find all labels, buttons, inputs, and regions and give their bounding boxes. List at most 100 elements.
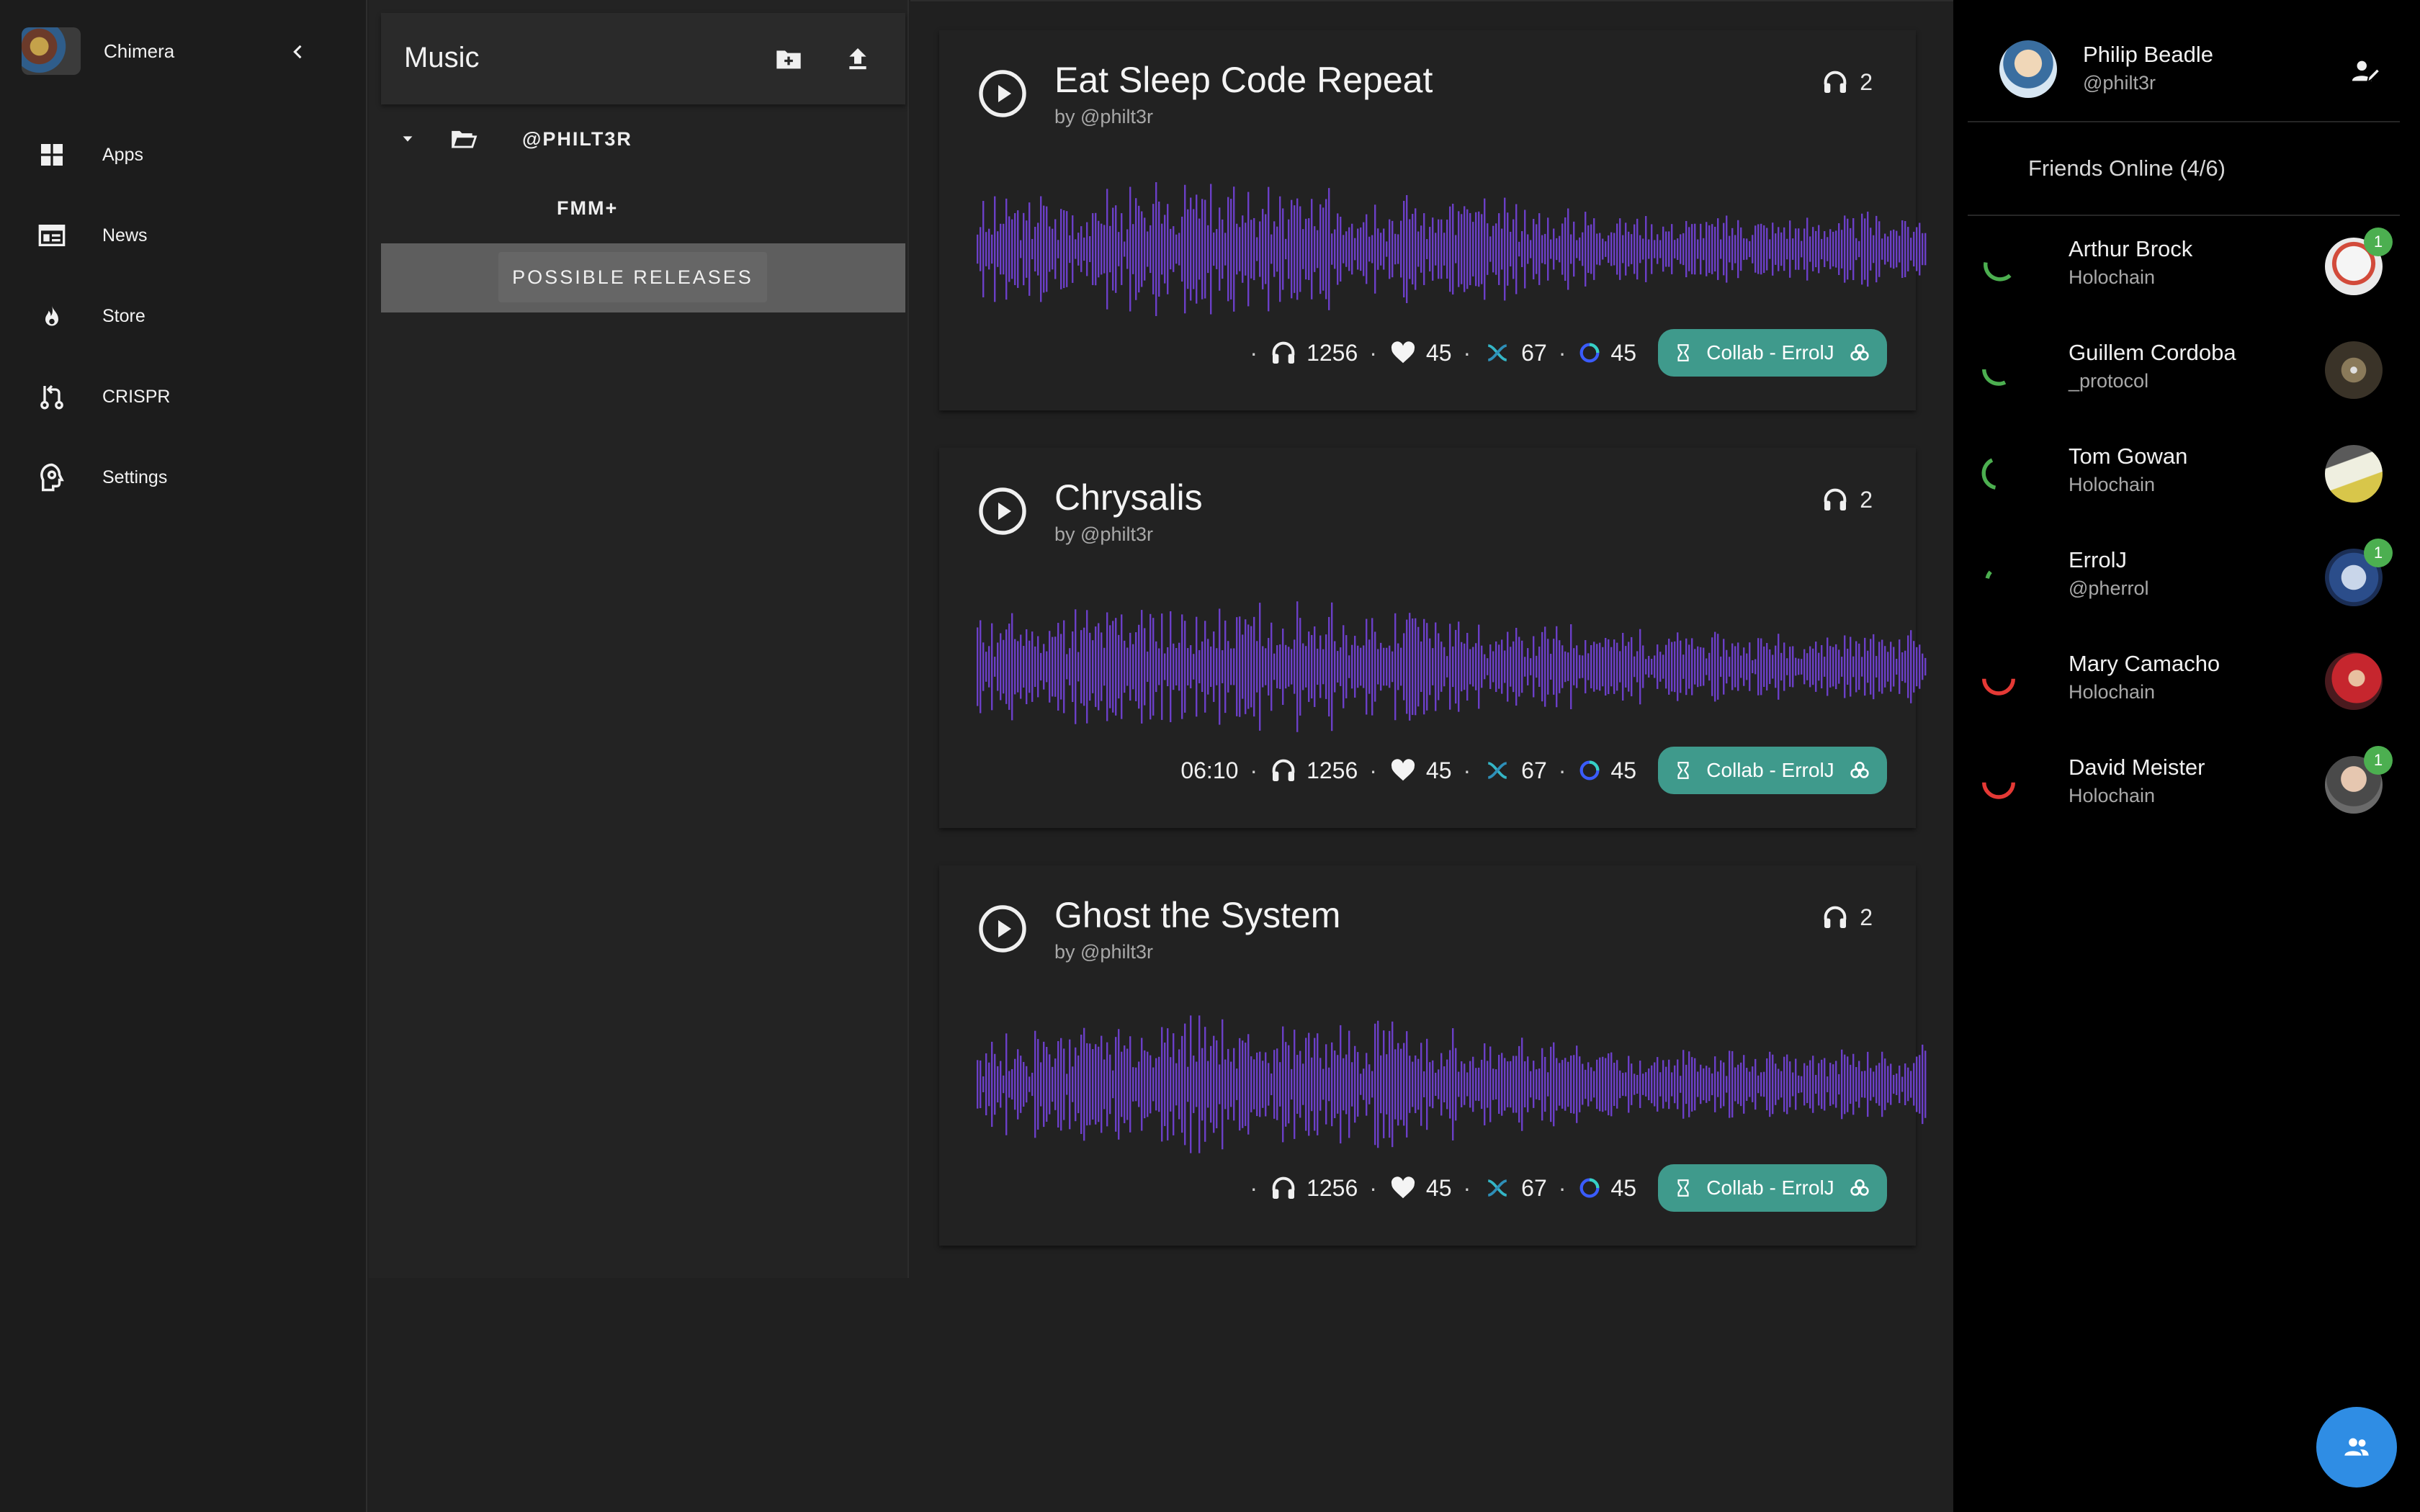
waveform-bar xyxy=(1731,643,1734,690)
tree-item-philt3r[interactable]: @PHILT3R xyxy=(381,107,905,171)
waveform-bar xyxy=(1049,1054,1051,1115)
waveform-bar xyxy=(1273,221,1276,277)
friend-item[interactable]: Arthur Brock Holochain 1 xyxy=(1968,216,2400,320)
tree-item-fmm[interactable]: FMM+ xyxy=(381,176,905,240)
waveform-bar xyxy=(1642,1074,1644,1095)
nav-item-news[interactable]: News xyxy=(35,210,344,261)
collab-chip[interactable]: Collab - ErrolJ xyxy=(1658,1164,1887,1212)
friend-item[interactable]: Guillem Cordoba _protocol xyxy=(1968,320,2400,423)
waveform-bar xyxy=(1135,198,1137,300)
waveform-bar xyxy=(1417,626,1420,707)
waveform-bar xyxy=(1757,1075,1760,1094)
likes-stat[interactable]: 45 xyxy=(1389,1174,1452,1202)
waveform-bar xyxy=(1478,1067,1480,1102)
waveform-bar xyxy=(1173,226,1175,272)
play-icon[interactable] xyxy=(977,485,1028,537)
waveform-bar xyxy=(1092,640,1094,693)
likes-stat[interactable]: 45 xyxy=(1389,757,1452,784)
waveform-bar xyxy=(1547,217,1549,281)
friend-item[interactable]: Mary Camacho Holochain xyxy=(1968,631,2400,734)
waveform-bar xyxy=(1357,645,1359,688)
waveform[interactable] xyxy=(977,585,1935,749)
nav-item-apps[interactable]: Apps xyxy=(35,130,344,180)
friend-item[interactable]: ErrolJ @pherrol 1 xyxy=(1968,527,2400,631)
remix-stat[interactable]: 67 xyxy=(1482,1175,1547,1202)
waveform-bar xyxy=(1501,639,1503,694)
nav-item-settings[interactable]: Settings xyxy=(35,452,344,503)
waveform-bar xyxy=(1821,238,1823,260)
waveform-bar xyxy=(1654,240,1656,258)
waveform-bar xyxy=(1844,635,1846,698)
waveform-bar xyxy=(1757,638,1760,696)
waveform-bar xyxy=(1685,638,1688,696)
waveform-bar xyxy=(997,1066,999,1103)
waveform-bar xyxy=(1726,649,1728,684)
remix-stat[interactable]: 67 xyxy=(1482,340,1547,366)
upload-button[interactable] xyxy=(839,40,877,78)
waveform-bar xyxy=(1383,647,1385,686)
waveform-bar xyxy=(1129,186,1131,312)
waveform-bar xyxy=(1780,232,1783,266)
waveform-bar xyxy=(1835,644,1837,690)
waveform-bar xyxy=(1763,225,1765,274)
waveform-bar xyxy=(1435,233,1437,266)
waveform-bar xyxy=(1429,638,1431,696)
friends-fab-button[interactable] xyxy=(2316,1407,2397,1488)
waveform-bar xyxy=(1881,639,1883,694)
waveform-bar xyxy=(1054,219,1057,279)
waveform-bar xyxy=(1328,188,1330,310)
waveform-bar xyxy=(1464,1063,1466,1105)
friend-item[interactable]: David Meister Holochain 1 xyxy=(1968,734,2400,838)
waveform-bar xyxy=(1622,632,1624,701)
waveform-bar xyxy=(1821,1059,1823,1110)
waveform-bar xyxy=(1867,650,1869,683)
play-icon[interactable] xyxy=(977,68,1028,120)
collab-chip[interactable]: Collab - ErrolJ xyxy=(1658,747,1887,794)
waveform-bar xyxy=(1075,239,1077,259)
waveform-bar xyxy=(1878,221,1881,277)
collapse-nav-button[interactable] xyxy=(284,37,313,66)
separator-dot: · xyxy=(1369,1174,1377,1201)
caret-down-icon[interactable] xyxy=(400,131,416,147)
waveform-bar xyxy=(1389,219,1391,279)
friend-item[interactable]: Tom Gowan Holochain xyxy=(1968,423,2400,527)
waveform-bar xyxy=(1824,1058,1826,1111)
waveform-bar xyxy=(1610,232,1613,266)
nav-item-store[interactable]: Store xyxy=(35,291,344,341)
nav-item-crispr[interactable]: CRISPR xyxy=(35,372,344,422)
friends-online-label: Friends Online (4/6) xyxy=(2028,156,2226,181)
waveform-bar xyxy=(1602,647,1604,687)
waveform[interactable] xyxy=(977,167,1935,331)
waveform-bar xyxy=(1080,226,1083,272)
waveform-bar xyxy=(1570,234,1572,264)
waveform-bar xyxy=(1308,1032,1310,1136)
waveform-bar xyxy=(1184,1023,1186,1146)
play-icon[interactable] xyxy=(977,903,1028,955)
likes-stat[interactable]: 45 xyxy=(1389,339,1452,366)
waveform-bar xyxy=(1576,645,1578,688)
waveform-bar xyxy=(1734,1067,1736,1102)
waveform-bar xyxy=(1870,1068,1872,1101)
waveform-bar xyxy=(1380,642,1382,691)
collab-chip[interactable]: Collab - ErrolJ xyxy=(1658,329,1887,377)
tree-item-label[interactable]: POSSIBLE RELEASES xyxy=(498,252,767,302)
track-duration: 06:10 xyxy=(1180,757,1239,783)
waveform[interactable] xyxy=(977,1002,1935,1166)
listeners-count: 2 xyxy=(1821,903,1873,932)
waveform-bar xyxy=(1884,646,1886,688)
waveform-bar xyxy=(1262,646,1264,688)
waveform-bar xyxy=(1360,227,1362,271)
friend-subtitle: @pherrol xyxy=(2069,577,2149,599)
waveform-bar xyxy=(1173,643,1175,690)
avatar[interactable] xyxy=(1999,40,2057,98)
waveform-bar xyxy=(1049,226,1051,272)
waveform-bar xyxy=(1443,1066,1446,1102)
new-folder-button[interactable] xyxy=(770,40,807,78)
edit-profile-icon[interactable] xyxy=(2349,55,2383,88)
waveform-bar xyxy=(1210,1045,1212,1123)
remix-stat[interactable]: 67 xyxy=(1482,757,1547,784)
waveform-bar xyxy=(1178,642,1180,691)
waveform-bar xyxy=(1389,1030,1391,1138)
waveform-bar xyxy=(1896,1074,1898,1095)
tree-item-possible-releases[interactable]: POSSIBLE RELEASES xyxy=(381,243,905,312)
